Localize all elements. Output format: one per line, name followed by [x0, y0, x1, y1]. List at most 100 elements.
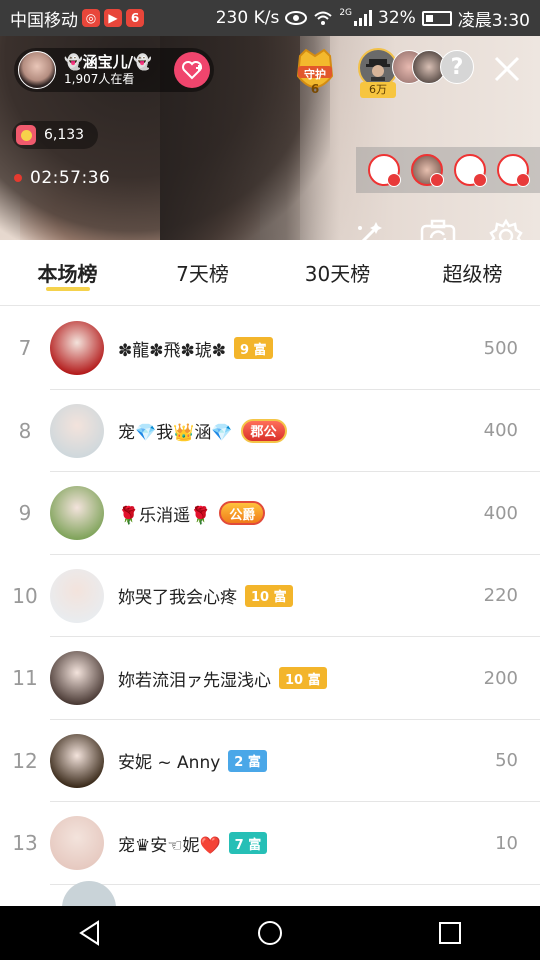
- network-type: 2G: [339, 8, 353, 18]
- host-avatar[interactable]: [18, 51, 56, 89]
- ranking-row-partial: [0, 880, 540, 935]
- user-name-group: 宠♛安☜妮❤️ 7 富: [118, 831, 268, 856]
- user-name-group: ✽龍✽飛✽琥✽ 9 富: [118, 336, 273, 361]
- wealth-level-badge: 10 富: [279, 667, 327, 690]
- user-name: 宠♛安☜妮❤️: [118, 835, 221, 856]
- vip-avatar[interactable]: [496, 154, 530, 187]
- tab-7-days[interactable]: 7天榜: [135, 240, 270, 305]
- coin-counter[interactable]: 6,133: [12, 121, 98, 149]
- user-name: 妳若流泪ァ先湿浅心: [118, 670, 271, 691]
- user-name-group: 宠💎我👑涵💎 郡公: [118, 418, 287, 443]
- user-name: 妳哭了我会心疼: [118, 588, 237, 609]
- user-name: 宠💎我👑涵💎: [118, 423, 233, 444]
- wealth-level-badge: 10 富: [245, 584, 293, 607]
- vip-badge-strip: [356, 147, 540, 193]
- tab-current[interactable]: 本场榜: [0, 240, 135, 305]
- user-avatar[interactable]: [50, 651, 104, 706]
- unknown-viewer-icon[interactable]: ?: [440, 50, 474, 84]
- ranking-row[interactable]: 8 宠💎我👑涵💎 郡公 400: [0, 390, 540, 472]
- status-left: 中国移动 ◎ ▶ 6: [10, 6, 144, 31]
- guard-count: 6: [310, 82, 320, 96]
- ranking-list: 7 ✽龍✽飛✽琥✽ 9 富 500 8 宠💎我👑涵💎 郡公 400 9 🌹乐消遥🌹 公爵 400 10 妳…: [0, 307, 540, 935]
- wealth-level-badge: 9 富: [233, 337, 273, 360]
- user-avatar[interactable]: [50, 403, 104, 458]
- guard-badge[interactable]: 守护 6: [292, 48, 338, 100]
- noble-title-badge: 郡公: [240, 418, 287, 443]
- contribution-score: 50: [495, 750, 518, 772]
- eye-icon: [285, 11, 308, 25]
- ranking-row[interactable]: 12 安妮 ~ Anny 2 富 50: [0, 720, 540, 802]
- ranking-row[interactable]: 7 ✽龍✽飛✽琥✽ 9 富 500: [0, 307, 540, 390]
- user-avatar[interactable]: [50, 486, 104, 541]
- network-speed: 230 K/s: [215, 8, 280, 28]
- user-name: 🌹乐消遥🌹: [118, 505, 212, 526]
- user-avatar[interactable]: [50, 568, 104, 623]
- recents-square-icon: [439, 922, 461, 944]
- back-triangle-icon: [79, 920, 99, 946]
- rank-number: 9: [18, 501, 32, 526]
- tab-super[interactable]: 超级榜: [405, 240, 540, 305]
- rank-number: 11: [12, 666, 38, 691]
- record-dot-icon: [14, 174, 22, 182]
- beauty-wand-button[interactable]: [350, 218, 386, 240]
- rank-number: 13: [12, 831, 38, 856]
- vip-avatar[interactable]: [453, 154, 487, 187]
- battery-percent: 32%: [378, 8, 416, 28]
- viewer-count: 1,907人在看: [64, 72, 135, 86]
- gear-icon: [489, 218, 523, 240]
- user-avatar[interactable]: [50, 733, 104, 788]
- tab-30-days[interactable]: 30天榜: [270, 240, 405, 305]
- live-timer: 02:57:36: [14, 168, 110, 188]
- camera-switch-icon: [420, 219, 456, 240]
- host-info-pill[interactable]: 👻涵宝儿/👻 1,907人在看: [14, 48, 214, 92]
- top-fan-value: 6万: [360, 82, 396, 98]
- user-name-group: 🌹乐消遥🌹 公爵: [118, 501, 266, 526]
- coin-icon: [16, 125, 36, 145]
- wealth-level-badge: 2 富: [228, 749, 267, 772]
- active-tab-indicator: [45, 287, 90, 291]
- recents-button[interactable]: [430, 913, 470, 953]
- ranking-tabs: 本场榜 7天榜 30天榜 超级榜: [0, 240, 540, 306]
- user-name: ✽龍✽飛✽琥✽: [118, 340, 226, 361]
- signal-icon: [354, 10, 373, 26]
- live-video[interactable]: 👻涵宝儿/👻 1,907人在看 守护 6 6万 ? 6,133 02:57:36: [0, 36, 540, 240]
- coin-value: 6,133: [44, 127, 85, 143]
- user-name-group: 妳哭了我会心疼 10 富: [118, 583, 293, 608]
- close-button[interactable]: [490, 52, 524, 86]
- status-right: 230 K/s 2G 32% 凌晨3:30: [216, 6, 530, 31]
- follow-button[interactable]: [174, 52, 210, 88]
- host-name: 👻涵宝儿/👻: [64, 53, 152, 71]
- contribution-score: 200: [483, 667, 518, 689]
- tab-label: 本场榜: [37, 262, 98, 286]
- notification-app-icon: ◎: [82, 9, 100, 27]
- ranking-row[interactable]: 9 🌹乐消遥🌹 公爵 400: [0, 472, 540, 555]
- home-circle-icon: [258, 921, 282, 945]
- status-bar: 中国移动 ◎ ▶ 6 230 K/s 2G 32% 凌晨3:30: [0, 0, 540, 36]
- vip-avatar[interactable]: [367, 154, 401, 187]
- user-avatar[interactable]: [50, 321, 104, 376]
- heart-plus-icon: [182, 61, 202, 80]
- rank-number: 12: [12, 748, 38, 773]
- back-button[interactable]: [70, 913, 110, 953]
- ranking-row[interactable]: 13 宠♛安☜妮❤️ 7 富 10: [0, 802, 540, 885]
- switch-camera-button[interactable]: [420, 218, 456, 240]
- user-avatar[interactable]: [50, 816, 104, 871]
- clock: 凌晨3:30: [457, 10, 530, 31]
- host-info: 👻涵宝儿/👻 1,907人在看: [64, 53, 152, 87]
- ranking-row[interactable]: 11 妳若流泪ァ先湿浅心 10 富 200: [0, 637, 540, 720]
- user-name-group: 妳若流泪ァ先湿浅心 10 富: [118, 666, 327, 691]
- ranking-row[interactable]: 10 妳哭了我会心疼 10 富 220: [0, 555, 540, 637]
- top-fan[interactable]: 6万: [358, 48, 398, 98]
- carrier-label: 中国移动: [10, 10, 78, 31]
- home-button[interactable]: [250, 913, 290, 953]
- six-app-icon: 6: [126, 9, 144, 27]
- contribution-score: 500: [483, 337, 518, 359]
- wealth-level-badge: 7 富: [228, 832, 268, 855]
- tab-label: 30天榜: [304, 262, 371, 286]
- settings-button[interactable]: [488, 218, 524, 240]
- noble-title-badge: 公爵: [219, 501, 266, 526]
- contribution-score: 400: [483, 420, 518, 442]
- guard-label: 守护: [304, 68, 326, 81]
- vip-avatar[interactable]: [410, 154, 444, 187]
- rank-number: 7: [18, 336, 32, 361]
